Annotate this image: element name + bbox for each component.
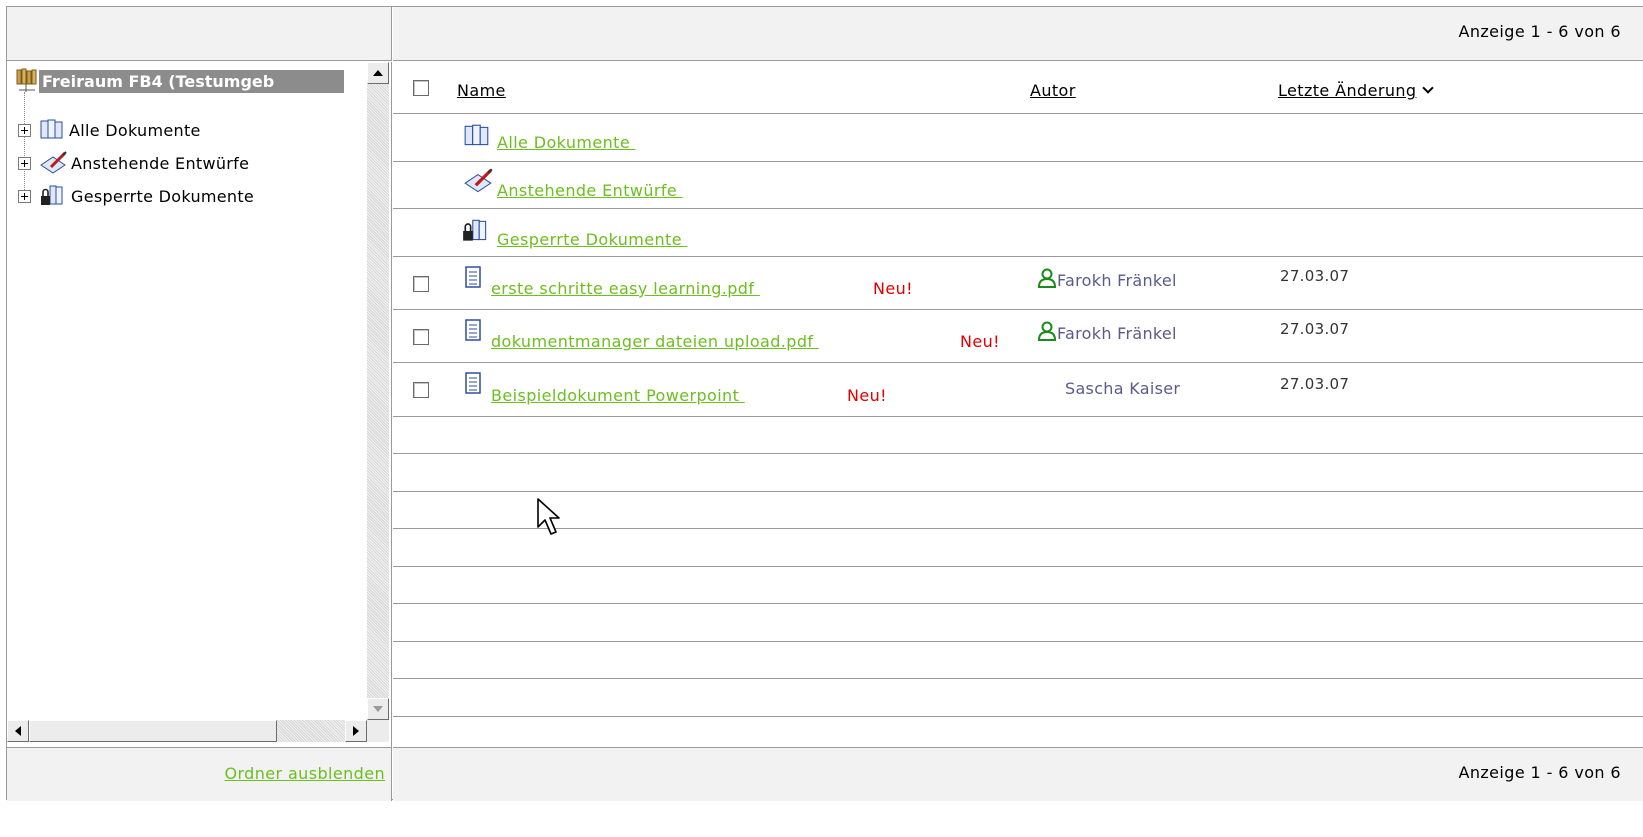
column-header-row: Name Autor Letzte Änderung bbox=[393, 62, 1643, 114]
user-icon bbox=[1037, 268, 1057, 288]
modified-date: 27.03.07 bbox=[1280, 267, 1350, 285]
paging-info-top: Anzeige 1 - 6 von 6 bbox=[1458, 22, 1621, 41]
new-badge: Neu! bbox=[847, 386, 887, 405]
draft-pen-icon bbox=[464, 168, 493, 193]
author-name[interactable]: Farokh Fränkel bbox=[1057, 324, 1177, 343]
select-all-checkbox[interactable] bbox=[413, 80, 429, 96]
vertical-scrollbar[interactable] bbox=[367, 62, 389, 720]
file-link[interactable]: Beispieldokument Powerpoint bbox=[491, 386, 745, 405]
empty-row bbox=[393, 529, 1643, 567]
new-badge: Neu! bbox=[960, 332, 1000, 351]
sort-desc-icon bbox=[1422, 82, 1435, 94]
list-footer: Anzeige 1 - 6 von 6 bbox=[393, 747, 1643, 801]
row-checkbox[interactable] bbox=[413, 276, 429, 292]
table-row[interactable]: Beispieldokument Powerpoint Neu! Sascha … bbox=[393, 363, 1643, 417]
tree-item-anstehende-entwuerfe[interactable]: Anstehende Entwürfe bbox=[18, 149, 249, 177]
scroll-up-button[interactable] bbox=[367, 62, 389, 84]
file-link[interactable]: dokumentmanager dateien upload.pdf bbox=[491, 332, 819, 351]
expand-icon[interactable] bbox=[18, 156, 31, 170]
column-modified[interactable]: Letzte Änderung bbox=[1278, 81, 1435, 100]
empty-row bbox=[393, 454, 1643, 492]
document-file-icon bbox=[465, 266, 481, 288]
empty-row bbox=[393, 717, 1643, 747]
scroll-right-button[interactable] bbox=[345, 720, 367, 742]
sidebar-header bbox=[7, 7, 392, 61]
expand-icon[interactable] bbox=[18, 123, 31, 137]
tree-item-gesperrte-dokumente[interactable]: Gesperrte Dokumente bbox=[18, 182, 254, 210]
horizontal-scrollbar[interactable] bbox=[7, 720, 367, 742]
tree-item-label: Gesperrte Dokumente bbox=[71, 186, 255, 206]
modified-date: 27.03.07 bbox=[1280, 320, 1350, 338]
scroll-left-button[interactable] bbox=[7, 720, 29, 742]
locked-documents-icon bbox=[41, 185, 63, 205]
scrollbar-corner bbox=[367, 720, 389, 742]
folder-tree: Freiraum FB4 (Testumgeb Alle Dokumente A… bbox=[7, 62, 392, 747]
sidebar-footer: Ordner ausblenden bbox=[7, 747, 392, 801]
list-item: Alle Dokumente bbox=[393, 114, 1643, 162]
documents-icon bbox=[464, 124, 489, 146]
empty-row bbox=[393, 604, 1643, 642]
document-manager: Anzeige 1 - 6 von 6 Freiraum FB4 (Testum… bbox=[6, 6, 1643, 801]
author-name[interactable]: Sascha Kaiser bbox=[1065, 379, 1180, 398]
document-list: Name Autor Letzte Änderung Alle Dokument… bbox=[393, 62, 1643, 747]
folder-link[interactable]: Anstehende Entwürfe bbox=[497, 181, 683, 200]
tree-root[interactable]: Freiraum FB4 (Testumgeb bbox=[15, 67, 344, 95]
tree-item-label: Alle Dokumente bbox=[69, 120, 201, 140]
author-name[interactable]: Farokh Fränkel bbox=[1057, 271, 1177, 290]
list-item: Anstehende Entwürfe bbox=[393, 162, 1643, 209]
new-badge: Neu! bbox=[873, 279, 913, 298]
empty-row bbox=[393, 567, 1643, 604]
user-icon bbox=[1037, 321, 1057, 341]
list-item: Gesperrte Dokumente bbox=[393, 209, 1643, 257]
document-file-icon bbox=[465, 319, 481, 341]
row-checkbox[interactable] bbox=[413, 329, 429, 345]
modified-date: 27.03.07 bbox=[1280, 375, 1350, 393]
mouse-cursor-icon bbox=[537, 498, 560, 535]
folder-link[interactable]: Gesperrte Dokumente bbox=[497, 230, 687, 249]
empty-row bbox=[393, 679, 1643, 717]
documents-icon bbox=[40, 119, 63, 139]
table-row[interactable]: erste schritte easy learning.pdf Neu! Fa… bbox=[393, 257, 1643, 310]
tree-root-label: Freiraum FB4 (Testumgeb bbox=[39, 69, 344, 93]
paging-info-bottom: Anzeige 1 - 6 von 6 bbox=[1458, 763, 1621, 782]
folder-link[interactable]: Alle Dokumente bbox=[497, 133, 636, 152]
empty-row bbox=[393, 492, 1643, 529]
list-header: Anzeige 1 - 6 von 6 bbox=[393, 7, 1643, 61]
column-author[interactable]: Autor bbox=[1030, 81, 1076, 100]
table-row[interactable]: dokumentmanager dateien upload.pdf Neu! … bbox=[393, 310, 1643, 363]
empty-row bbox=[393, 417, 1643, 454]
file-link[interactable]: erste schritte easy learning.pdf bbox=[491, 279, 760, 298]
locked-documents-icon bbox=[463, 219, 487, 241]
draft-pen-icon bbox=[40, 151, 67, 174]
column-modified-label: Letzte Änderung bbox=[1278, 81, 1417, 100]
workspace-icon bbox=[16, 68, 37, 92]
empty-row bbox=[393, 642, 1643, 679]
hide-folders-link[interactable]: Ordner ausblenden bbox=[224, 764, 385, 783]
horizontal-scroll-thumb[interactable] bbox=[29, 720, 277, 742]
tree-item-alle-dokumente[interactable]: Alle Dokumente bbox=[18, 116, 201, 144]
row-checkbox[interactable] bbox=[413, 382, 429, 398]
scroll-down-button[interactable] bbox=[367, 698, 389, 720]
column-name[interactable]: Name bbox=[457, 81, 506, 100]
tree-item-label: Anstehende Entwürfe bbox=[71, 153, 250, 173]
document-file-icon bbox=[465, 372, 481, 394]
expand-icon[interactable] bbox=[18, 189, 31, 203]
